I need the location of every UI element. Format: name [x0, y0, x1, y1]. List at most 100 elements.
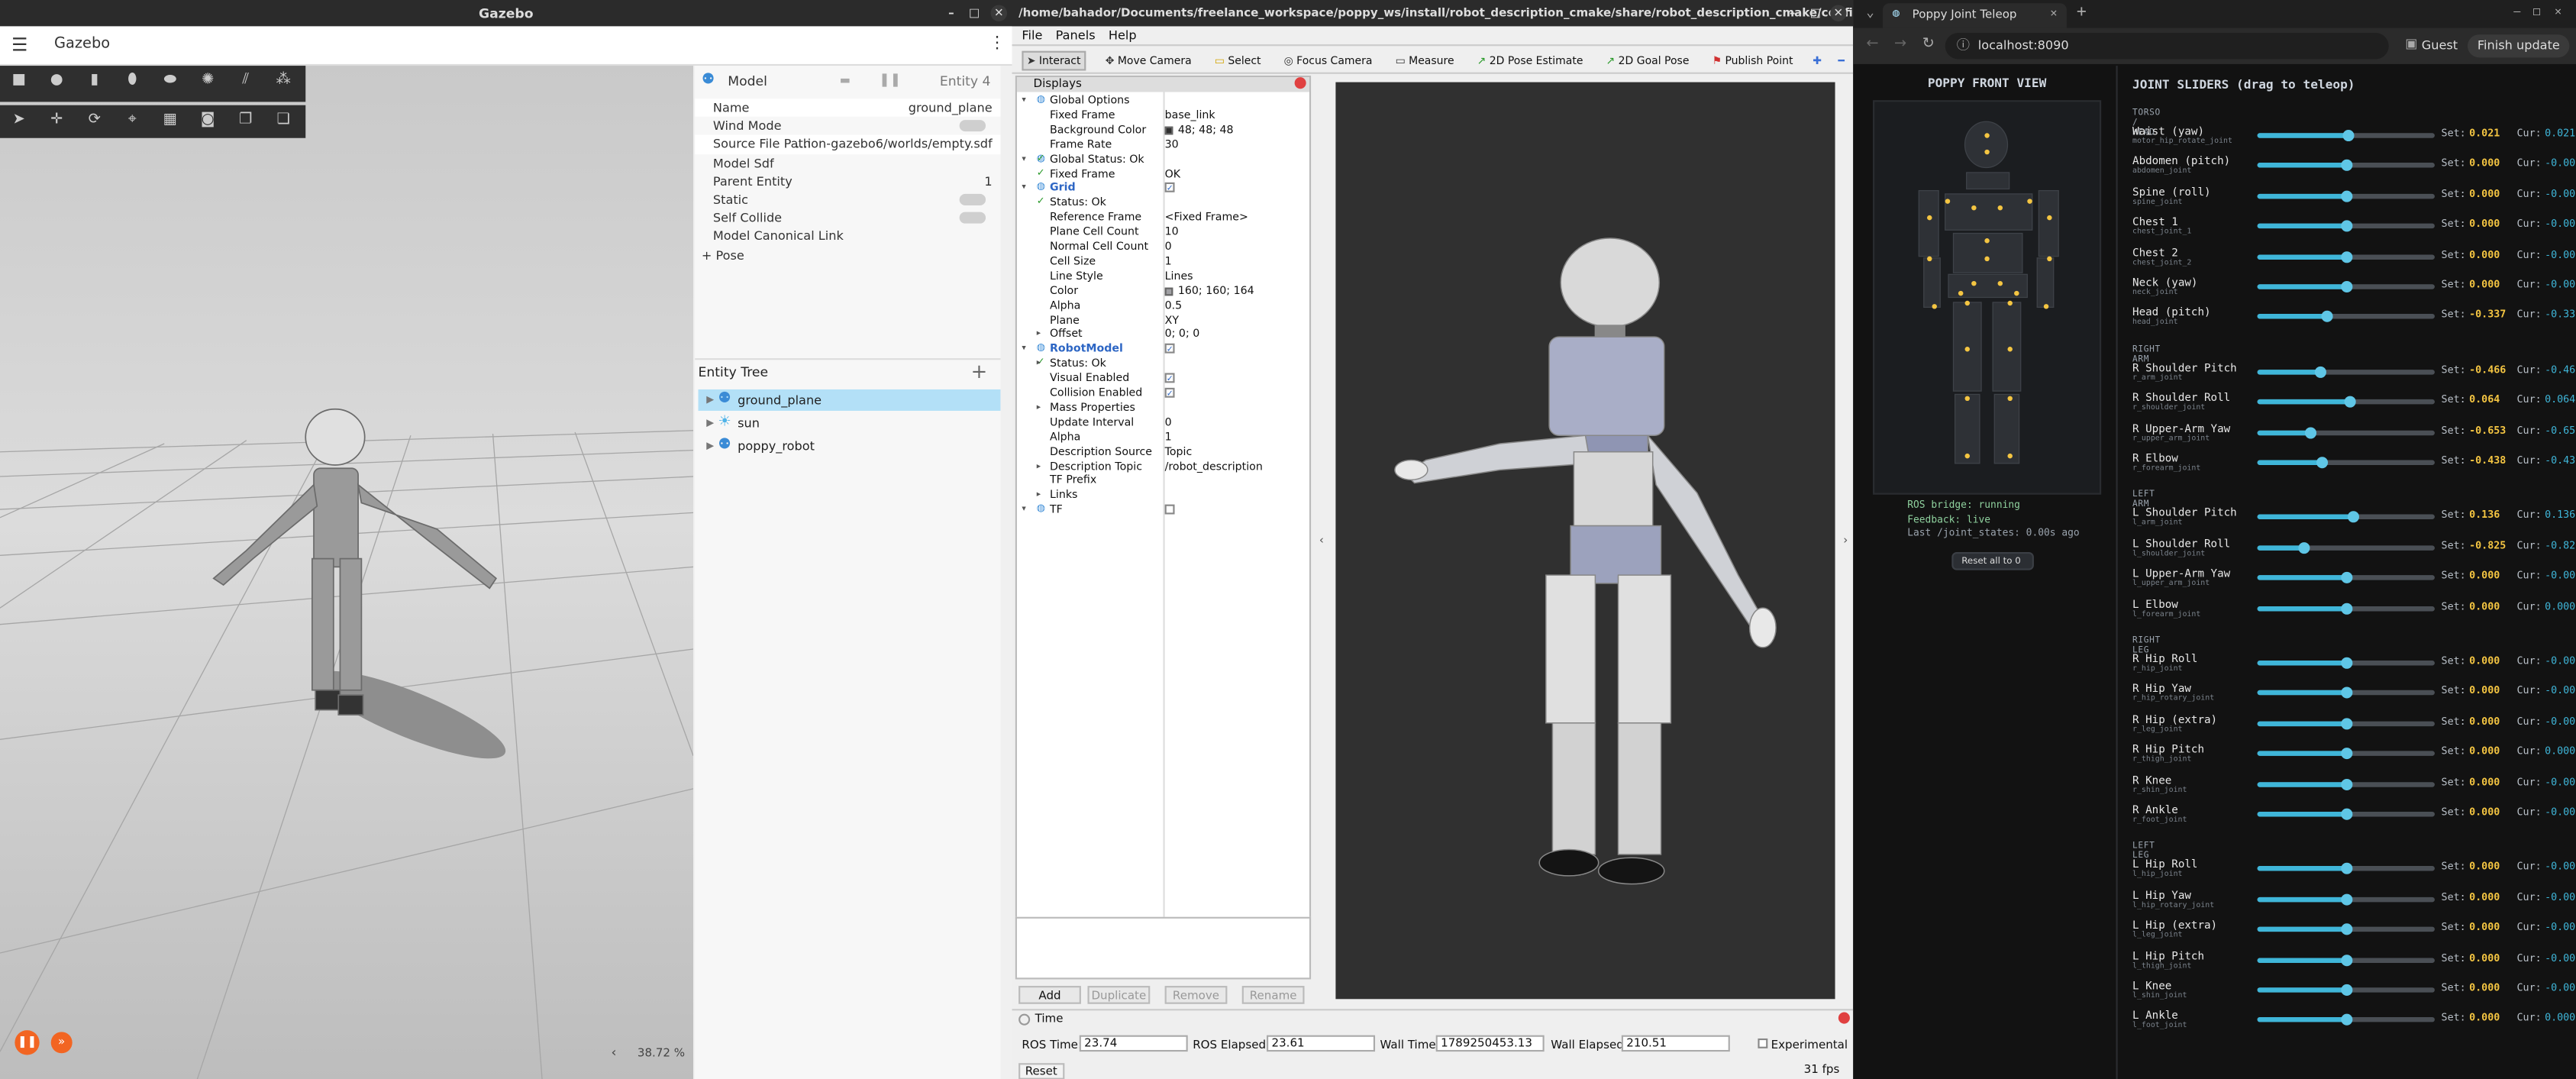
menu-item[interactable]: Help	[1109, 26, 1137, 44]
joint-slider[interactable]	[2257, 457, 2435, 469]
joint-slider[interactable]	[2257, 893, 2435, 906]
collapse-arrow-icon[interactable]: ‹	[611, 1045, 616, 1060]
slider-thumb[interactable]	[2340, 717, 2352, 729]
slider-thumb[interactable]	[2320, 311, 2332, 323]
slider-thumb[interactable]	[2340, 863, 2352, 875]
display-property-row[interactable]: Collision Enabled ✓	[1017, 386, 1309, 401]
grid-view-icon[interactable]: ▦	[151, 107, 189, 133]
display-property-value[interactable]: 0.5	[1165, 299, 1183, 313]
display-property-row[interactable]: Line Style Lines	[1017, 269, 1309, 283]
joint-slider[interactable]	[2257, 954, 2435, 966]
display-property-row[interactable]: Visual Enabled ✓	[1017, 372, 1309, 386]
display-property-value[interactable]: 0; 0; 0	[1165, 328, 1200, 342]
capsule-shape-icon[interactable]: ⬮	[113, 67, 150, 93]
entity-tree-item[interactable]: ▶ ⚉ poppy_robot	[699, 435, 1001, 457]
slider-thumb[interactable]	[2340, 1014, 2352, 1026]
joint-slider[interactable]	[2257, 541, 2435, 554]
display-property-row[interactable]: Plane XY	[1017, 313, 1309, 328]
joint-slider[interactable]	[2257, 160, 2435, 172]
display-property-row[interactable]: ▸ Links	[1017, 489, 1309, 503]
expand-arrow-icon[interactable]: ▸	[1037, 489, 1041, 503]
display-rename-button[interactable]: Rename	[1241, 986, 1305, 1004]
tool-button[interactable]: ▭ Measure	[1392, 52, 1457, 69]
menu-item[interactable]: File	[1022, 26, 1042, 44]
slider-thumb[interactable]	[2340, 954, 2352, 966]
remove-tool-icon[interactable]: ━	[1838, 53, 1845, 66]
slider-thumb[interactable]	[2340, 808, 2352, 820]
display-property-value[interactable]: 48; 48; 48	[1178, 123, 1234, 137]
forward-icon[interactable]: →	[1894, 36, 1906, 53]
display-property-row[interactable]: ✓ Status: Ok	[1017, 196, 1309, 211]
slider-thumb[interactable]	[2340, 250, 2352, 263]
display-property-row[interactable]: Reference Frame <Fixed Frame>	[1017, 211, 1309, 225]
pause-icon[interactable]: ❚❚	[15, 1030, 40, 1055]
joint-slider[interactable]	[2257, 1014, 2435, 1026]
tool-button[interactable]: ↗ 2D Pose Estimate	[1474, 52, 1586, 69]
new-tab-icon[interactable]: +	[2077, 3, 2087, 21]
expand-arrow-icon[interactable]: ▾	[1022, 94, 1025, 108]
reload-icon[interactable]: ↻	[1922, 36, 1935, 53]
maximize-icon[interactable]: □	[2533, 5, 2540, 18]
slider-thumb[interactable]	[2340, 280, 2352, 293]
finish-update-button[interactable]: Finish update	[2467, 34, 2570, 58]
box-shape-icon[interactable]: ■	[0, 67, 37, 93]
close-panel-icon[interactable]	[1838, 1012, 1850, 1024]
model-property-label[interactable]: + Pose	[702, 246, 744, 264]
entity-tree-item[interactable]: ▶ ⚉ ground_plane	[698, 389, 1001, 411]
tool-button[interactable]: ◎ Focus Camera	[1280, 52, 1375, 69]
joint-slider[interactable]	[2257, 923, 2435, 935]
joint-slider[interactable]	[2257, 426, 2435, 438]
enabled-checkbox[interactable]: ✓	[1164, 373, 1175, 385]
slider-thumb[interactable]	[2340, 893, 2352, 906]
slider-thumb[interactable]	[2340, 190, 2352, 202]
back-icon[interactable]: ←	[1866, 36, 1878, 53]
display-property-value[interactable]: Topic	[1165, 444, 1193, 459]
display-property-row[interactable]: Plane Cell Count 10	[1017, 225, 1309, 240]
color-swatch[interactable]	[1164, 286, 1173, 296]
display-property-value[interactable]: 1	[1165, 254, 1172, 269]
joint-slider[interactable]	[2257, 250, 2435, 263]
expand-arrow-icon[interactable]: ▸	[1037, 459, 1041, 473]
tool-button[interactable]: ➤ Interact	[1022, 50, 1086, 70]
display-property-row[interactable]: Frame Rate 30	[1017, 137, 1309, 152]
display-property-row[interactable]: ▸ Offset 0; 0; 0	[1017, 328, 1309, 342]
display-property-value[interactable]: 0	[1165, 240, 1172, 254]
expand-arrow-icon[interactable]: ▾	[1022, 342, 1025, 357]
slider-thumb[interactable]	[2340, 984, 2352, 996]
minimize-icon[interactable]: –	[943, 5, 960, 21]
enabled-checkbox[interactable]: ✓	[1164, 183, 1175, 195]
paste-icon[interactable]: ❏	[264, 107, 302, 133]
display-property-row[interactable]: Update Interval 0	[1017, 415, 1309, 430]
rviz-3d-viewport[interactable]	[1335, 82, 1835, 1000]
toggle-switch[interactable]	[959, 193, 986, 205]
display-property-row[interactable]: Background Color 48; 48; 48	[1017, 123, 1309, 137]
display-property-value[interactable]: <Fixed Frame>	[1165, 211, 1248, 225]
experimental-checkbox[interactable]	[1758, 1038, 1768, 1048]
tab-list-icon[interactable]: ⌄	[1866, 5, 1874, 19]
expand-arrow-icon[interactable]: ▾	[1022, 503, 1025, 518]
display-property-row[interactable]: TF Prefix	[1017, 474, 1309, 489]
translate-icon[interactable]: ✛	[37, 107, 75, 133]
lock-icon[interactable]: ▬	[840, 74, 851, 87]
joint-slider[interactable]	[2257, 748, 2435, 760]
expand-arrow-icon[interactable]: ▾	[1022, 182, 1025, 196]
display-property-row[interactable]: Description Source Topic	[1017, 444, 1309, 459]
tool-button[interactable]: ⚑ Publish Point	[1709, 52, 1796, 69]
display-property-row[interactable]: Normal Cell Count 0	[1017, 240, 1309, 254]
slider-thumb[interactable]	[2297, 541, 2310, 554]
joint-slider[interactable]	[2257, 129, 2435, 142]
display-property-row[interactable]: ▾ ◍ Grid ✓	[1017, 182, 1309, 196]
expand-arrow-icon[interactable]: ▸	[1037, 401, 1041, 415]
expand-arrow-icon[interactable]: ▶	[706, 389, 714, 411]
slider-thumb[interactable]	[2304, 426, 2316, 438]
slider-thumb[interactable]	[2340, 687, 2352, 699]
slider-thumb[interactable]	[2340, 923, 2352, 935]
toggle-switch[interactable]	[959, 120, 986, 132]
slider-thumb[interactable]	[2340, 572, 2352, 584]
display-property-row[interactable]: ✓ ▸ Status: Ok	[1017, 357, 1309, 371]
display-property-value[interactable]: OK	[1165, 166, 1180, 181]
maximize-icon[interactable]: □	[1807, 5, 1824, 21]
display-property-row[interactable]: Cell Size 1	[1017, 254, 1309, 269]
slider-thumb[interactable]	[2316, 457, 2329, 469]
display-property-value[interactable]: base_link	[1165, 108, 1215, 123]
